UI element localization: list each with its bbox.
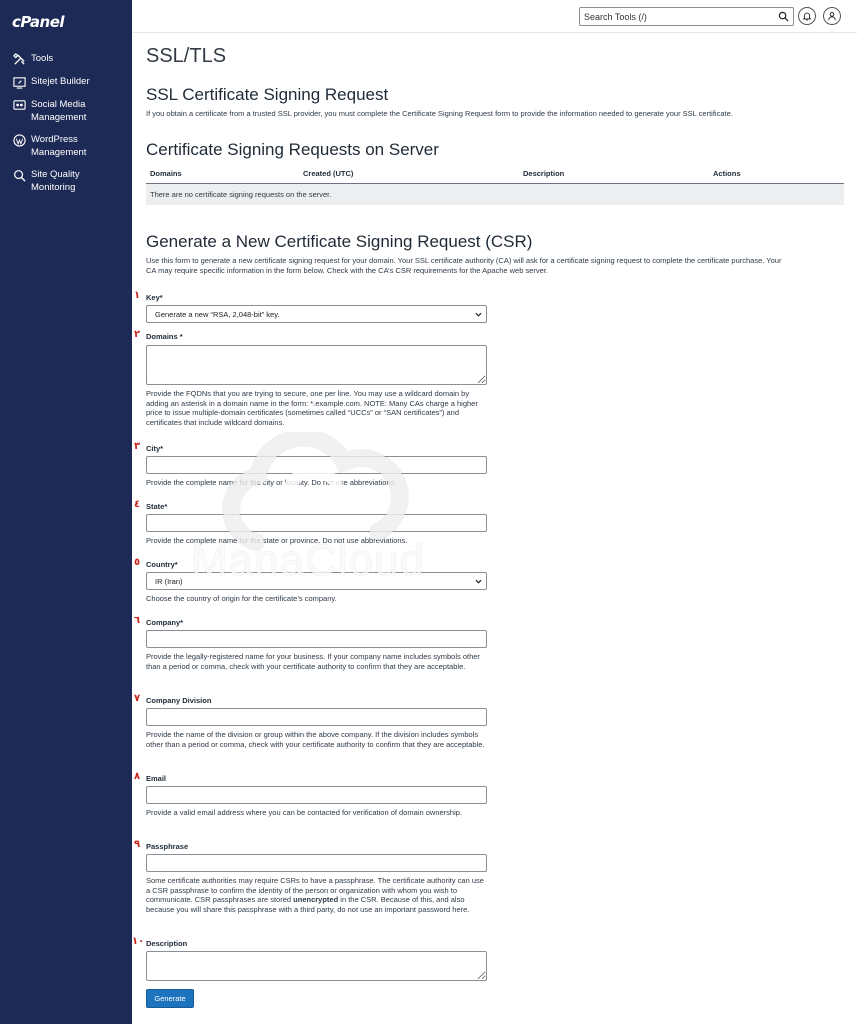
- description-label: Description: [146, 939, 188, 948]
- sidebar-nav: Tools Sitejet Builder Social Media Manag…: [0, 52, 132, 203]
- division-input[interactable]: [146, 708, 487, 726]
- sidebar-item-social-media[interactable]: Social Media Management: [0, 98, 132, 124]
- generate-intro-line-1: Use this form to generate a new certific…: [146, 256, 782, 265]
- cpanel-logo[interactable]: cPanel: [12, 13, 65, 31]
- search-input[interactable]: [584, 10, 774, 23]
- sidebar-item-label: WordPress Management: [31, 134, 87, 158]
- key-label: Key*: [146, 293, 163, 302]
- email-help: Provide a valid email address where you …: [146, 808, 463, 817]
- sidebar-item-label: Sitejet Builder: [31, 76, 90, 87]
- csr-intro: If you obtain a certificate from a trust…: [146, 109, 733, 118]
- sidebar-item-label: Social Media Management: [31, 99, 87, 123]
- page-title: SSL/TLS: [146, 45, 227, 67]
- site-quality-icon: [13, 169, 26, 182]
- step-number: ٨: [134, 771, 141, 782]
- generate-csr-heading: Generate a New Certificate Signing Reque…: [146, 232, 533, 251]
- state-help: Provide the complete name for the state …: [146, 536, 408, 545]
- email-label: Email: [146, 774, 167, 783]
- state-label: State*: [146, 502, 168, 511]
- generate-intro-line-2: CA may require specific information in t…: [146, 266, 548, 275]
- step-number: ٣: [134, 441, 141, 452]
- generate-button[interactable]: Generate: [146, 989, 194, 1008]
- server-csr-heading: Certificate Signing Requests on Server: [146, 140, 439, 159]
- column-domains[interactable]: Domains: [146, 164, 299, 184]
- column-actions: Actions: [709, 164, 844, 184]
- sidebar-item-label: Tools: [31, 53, 54, 64]
- sidebar-item-sitejet[interactable]: Sitejet Builder: [0, 75, 132, 89]
- company-input[interactable]: [146, 630, 487, 648]
- step-number: ٥: [134, 557, 141, 568]
- tools-icon: [13, 53, 26, 66]
- search-icon[interactable]: [778, 11, 789, 22]
- user-icon: [828, 12, 836, 21]
- step-number: ١: [134, 290, 141, 301]
- passphrase-label: Passphrase: [146, 842, 189, 851]
- key-select[interactable]: Generate a new “RSA, 2,048-bit” key.: [146, 305, 487, 323]
- user-menu-button[interactable]: [823, 7, 841, 25]
- country-select-value: IR (Iran): [155, 576, 183, 586]
- chevron-down-icon: [475, 579, 482, 584]
- city-label: City*: [146, 444, 164, 453]
- state-input[interactable]: [146, 514, 487, 532]
- top-bar: [132, 0, 857, 33]
- key-select-value: Generate a new “RSA, 2,048-bit” key.: [155, 309, 280, 319]
- cloud-logo-icon: [222, 428, 409, 551]
- step-number: ٩: [134, 839, 141, 850]
- sidebar: cPanel Tools Sitejet Builder Social Medi…: [0, 0, 132, 1024]
- country-select[interactable]: IR (Iran): [146, 572, 487, 590]
- country-label: Country*: [146, 560, 178, 569]
- city-help: Provide the complete name for the city o…: [146, 478, 397, 487]
- country-help: Choose the country of origin for the cer…: [146, 594, 337, 603]
- sidebar-item-site-quality[interactable]: Site Quality Monitoring: [0, 168, 132, 194]
- domains-help: Provide the FQDNs that you are trying to…: [146, 389, 478, 427]
- domains-label: Domains *: [146, 332, 183, 341]
- column-description[interactable]: Description: [519, 164, 709, 184]
- step-number: ١٠: [132, 936, 145, 947]
- table-header-row: Domains Created (UTC) Description Action…: [146, 164, 844, 184]
- step-number: ٤: [134, 499, 141, 510]
- company-label: Company*: [146, 618, 184, 627]
- company-help: Provide the legally-registered name for …: [146, 652, 480, 671]
- passphrase-help: Some certificate authorities may require…: [146, 876, 489, 914]
- csr-table: Domains Created (UTC) Description Action…: [146, 164, 844, 205]
- division-label: Company Division: [146, 696, 212, 705]
- step-number: ٢: [134, 329, 141, 340]
- domains-textarea[interactable]: [146, 345, 487, 385]
- passphrase-input[interactable]: [146, 854, 487, 872]
- wordpress-icon: [13, 134, 26, 147]
- chevron-down-icon: [475, 312, 482, 317]
- description-textarea[interactable]: [146, 951, 487, 981]
- search-box[interactable]: [579, 7, 794, 26]
- sidebar-item-label: Site Quality Monitoring: [31, 169, 80, 193]
- email-input[interactable]: [146, 786, 487, 804]
- passphrase-help-bold: unencrypted: [293, 895, 339, 905]
- sidebar-item-tools[interactable]: Tools: [0, 52, 132, 66]
- step-number: ٧: [134, 693, 141, 704]
- notifications-button[interactable]: [798, 7, 816, 25]
- sidebar-item-wordpress[interactable]: WordPress Management: [0, 133, 132, 159]
- division-help: Provide the name of the division or grou…: [146, 730, 485, 749]
- step-number: ٦: [134, 615, 141, 626]
- bell-icon: [802, 12, 812, 21]
- table-row: There are no certificate signing request…: [146, 183, 844, 205]
- column-created[interactable]: Created (UTC): [299, 164, 519, 184]
- city-input[interactable]: [146, 456, 487, 474]
- empty-table-message: There are no certificate signing request…: [146, 183, 844, 205]
- social-media-icon: [13, 99, 26, 112]
- csr-heading: SSL Certificate Signing Request: [146, 85, 389, 104]
- sitejet-icon: [13, 76, 26, 89]
